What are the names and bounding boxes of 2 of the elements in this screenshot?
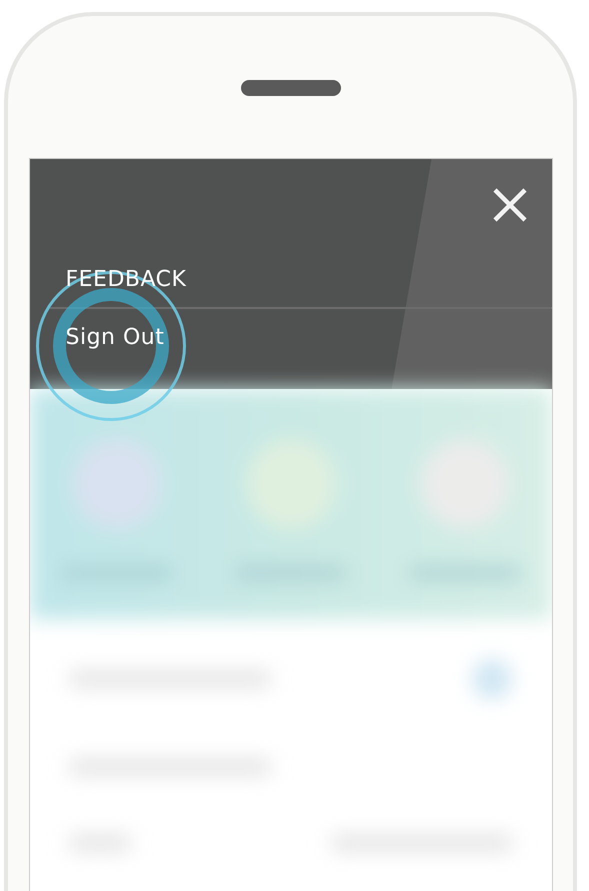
menu-item[interactable]: Sign Out (66, 324, 164, 350)
close-icon[interactable] (492, 187, 528, 223)
